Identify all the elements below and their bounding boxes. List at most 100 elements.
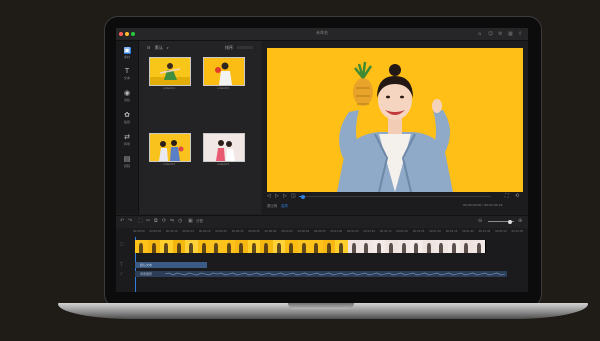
sidebar-item-video[interactable]: ▤ 视频: [118, 156, 136, 169]
video-track[interactable]: [135, 240, 486, 253]
ruler-tick-label: 00:00:40: [264, 230, 277, 233]
media-library: ⊟ 默认 ▾ 排序 video01 video02 video03 video0…: [139, 41, 261, 214]
laptop: 未命名 ⌂ ☺ ⚙ ▦ ⇪ ▣ 素材 T 文本 ◉ 滤镜 ✿ 贴纸 ⇄ 转场 ▤…: [0, 0, 600, 341]
clip-frame-figure: [414, 243, 419, 253]
clip-frame-figure: [351, 243, 356, 253]
split-button[interactable]: 分割: [196, 219, 203, 224]
sidebar-item-sticker[interactable]: ✿ 贴纸: [118, 111, 136, 125]
clip-frame-figure: [226, 243, 231, 253]
grid-icon[interactable]: ▦: [508, 31, 513, 37]
clip-frame: [385, 240, 399, 253]
zoom-slider-handle[interactable]: [508, 219, 512, 224]
sidebar-item-filter[interactable]: ◉ 滤镜: [118, 89, 136, 103]
aspect-ratio-selector[interactable]: 原比例: [267, 203, 277, 208]
app-window: 未命名 ⌂ ☺ ⚙ ▦ ⇪ ▣ 素材 T 文本 ◉ 滤镜 ✿ 贴纸 ⇄ 转场 ▤…: [116, 28, 528, 292]
media-thumbnail[interactable]: [203, 57, 245, 86]
clip-frame-figure: [251, 243, 256, 253]
next-frame-icon[interactable]: ▷: [283, 193, 287, 199]
sidebar-item-media[interactable]: ▣ 素材: [118, 47, 136, 59]
clip-frame-figure: [339, 243, 344, 253]
clip-frame: [422, 240, 436, 253]
ruler-tick-label: 00:00:20: [198, 230, 211, 233]
text-clip-label: 默认文本: [140, 263, 153, 267]
split-icon[interactable]: ✂: [146, 218, 150, 224]
clip-frame: [322, 240, 336, 253]
fullscreen-icon[interactable]: ⛶: [505, 193, 509, 199]
ruler-tick-label: 00:00:30: [231, 230, 244, 233]
folder-selector[interactable]: 默认: [155, 45, 163, 51]
sidebar: ▣ 素材 T 文本 ◉ 滤镜 ✿ 贴纸 ⇄ 转场 ▤ 视频: [116, 41, 139, 214]
clip-frame-figure: [451, 243, 456, 253]
play-icon[interactable]: ▷: [275, 193, 279, 199]
progress-track[interactable]: [299, 194, 491, 199]
ruler-tick-label: 00:00:10: [165, 230, 178, 233]
quality-selector[interactable]: 高清: [281, 203, 288, 208]
clip-frame-figure: [326, 243, 331, 253]
media-caption: video02: [216, 86, 229, 90]
sidebar-item-transition[interactable]: ⇄ 转场: [118, 134, 136, 147]
chevron-down-icon: ▾: [167, 46, 169, 50]
timecode: 00:00:00:00 / 00:01:02:22: [463, 203, 503, 207]
media-caption: video01: [162, 86, 175, 90]
media-thumbnail[interactable]: [203, 133, 245, 162]
redo-icon[interactable]: ↷: [128, 218, 132, 224]
clip-frame-figure: [276, 243, 281, 253]
clip-frame: [335, 240, 349, 253]
mirror-icon[interactable]: ⇋: [170, 218, 174, 224]
zoom-out-icon[interactable]: ⊖: [478, 218, 482, 224]
clip-frame: [147, 240, 161, 253]
settings-icon[interactable]: ⚙: [498, 31, 502, 37]
cart-icon[interactable]: ⌂: [478, 31, 481, 37]
clip-frame-figure: [389, 243, 394, 253]
audio-waveform: [165, 272, 505, 276]
clip-frame-figure: [426, 243, 431, 253]
undo-icon[interactable]: ↶: [120, 218, 124, 224]
timeline-ruler[interactable]: 00:00:00 00:00:05 00:00:10 00:00:15 00:00:20…: [133, 230, 528, 237]
sidebar-item-text[interactable]: T 文本: [118, 68, 136, 81]
text-track-clip[interactable]: 默认文本: [135, 262, 207, 268]
clip-frame: [397, 240, 411, 253]
loop-icon[interactable]: ⟲: [515, 193, 519, 199]
sort-dropdown[interactable]: [237, 46, 253, 49]
user-icon[interactable]: ☺: [488, 31, 493, 37]
laptop-notch: [288, 303, 354, 309]
media-thumbnail[interactable]: [149, 133, 191, 162]
sidebar-item-label: 素材: [123, 55, 130, 59]
timeline: 00:00:00 00:00:05 00:00:10 00:00:15 00:00:20…: [116, 228, 528, 292]
rotate-icon[interactable]: ⟳: [162, 218, 166, 224]
clip-frame: [447, 240, 461, 253]
ruler-tick-label: 00:01:15: [379, 230, 392, 233]
fullscreen-toggle-icon[interactable]: ◫: [291, 193, 296, 199]
video-frame-image: [267, 48, 523, 192]
freeze-icon[interactable]: ▣: [188, 218, 193, 224]
clip-frame: [372, 240, 386, 253]
sort-selector[interactable]: 排序: [225, 45, 233, 51]
export-icon[interactable]: ⇪: [518, 31, 522, 37]
sticker-icon: ✿: [124, 111, 130, 119]
crop-icon[interactable]: ⧉: [154, 218, 158, 224]
progress-handle[interactable]: [300, 194, 305, 199]
ruler-tick-label: 00:01:05: [346, 230, 359, 233]
zoom-in-icon[interactable]: ⊕: [518, 218, 522, 224]
window-title: 未命名: [316, 30, 328, 35]
clip-frame: [285, 240, 299, 253]
ruler-tick-label: 00:01:20: [396, 230, 408, 233]
filter-icon: ◉: [123, 89, 131, 97]
select-icon[interactable]: ⬚: [138, 218, 143, 224]
clip-frame: [197, 240, 211, 253]
clip-frame-figure: [401, 243, 406, 253]
ruler-tick-label: 00:01:40: [462, 230, 474, 233]
audio-track-clip[interactable]: 背景音乐: [135, 271, 507, 277]
zoom-slider[interactable]: [488, 219, 514, 224]
clip-frame-figure: [476, 243, 481, 253]
sidebar-item-label: 滤镜: [123, 98, 130, 102]
folder-icon[interactable]: ⊟: [147, 45, 150, 50]
prev-frame-icon[interactable]: ◁: [267, 193, 271, 199]
video-player[interactable]: [267, 48, 523, 192]
clip-frame: [347, 240, 361, 253]
media-thumbnail[interactable]: [149, 57, 191, 86]
sidebar-item-label: 视频: [123, 164, 130, 168]
clip-frame: [222, 240, 236, 253]
speed-icon[interactable]: ◷: [178, 218, 182, 224]
clip-frame: [410, 240, 424, 253]
